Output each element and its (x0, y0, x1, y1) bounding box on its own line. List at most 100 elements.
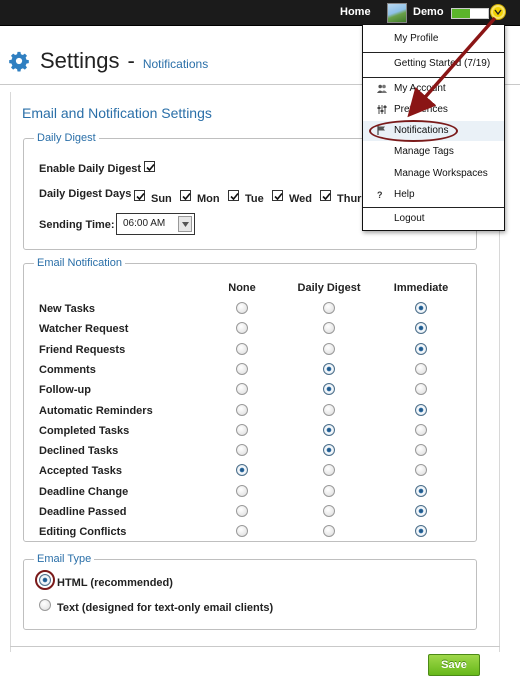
email-type-legend: Email Type (37, 553, 92, 565)
user-name-link[interactable]: Demo (413, 6, 444, 18)
notification-radio-immediate[interactable] (415, 444, 427, 457)
notification-radio-immediate[interactable] (415, 362, 427, 375)
email-type-html-label: HTML (recommended) (57, 577, 173, 589)
menu-item-preferences[interactable]: Preferences (363, 100, 504, 120)
notification-radio-none[interactable] (236, 505, 248, 517)
day-label: Thur (337, 193, 362, 205)
notification-radio-daily-digest[interactable] (323, 444, 335, 457)
checkmark-icon (274, 192, 283, 201)
enable-daily-digest-checkbox[interactable] (144, 161, 155, 172)
home-link[interactable]: Home (340, 6, 371, 18)
notification-radio-immediate[interactable] (415, 505, 427, 517)
menu-item-manage-workspaces[interactable]: Manage Workspaces (363, 164, 504, 184)
daily-digest-days-label: Daily Digest Days (39, 188, 132, 200)
chevron-down-icon (182, 222, 189, 227)
menu-item-label: Manage Tags (394, 146, 454, 157)
email-type-group: Email Type (23, 553, 477, 630)
sending-time-dropdown-button[interactable] (178, 216, 192, 232)
menu-item-label: Getting Started (7/19) (394, 58, 491, 69)
notification-radio-daily-digest[interactable] (323, 505, 335, 517)
progress-meter-fill (452, 9, 470, 18)
checkmark-icon (136, 192, 145, 201)
page-title: Settings (40, 48, 120, 73)
notification-radio-none[interactable] (236, 403, 248, 416)
notification-row-label: Follow-up (39, 384, 91, 397)
daily-digest-legend: Daily Digest (37, 132, 96, 144)
email-notification-legend: Email Notification (37, 257, 122, 269)
html-highlight-ring (35, 570, 55, 590)
notification-radio-none[interactable] (236, 342, 248, 355)
checkmark-icon (182, 192, 191, 201)
notification-row-label: Declined Tasks (39, 445, 119, 458)
footer-divider (10, 646, 500, 647)
checkmark-icon (322, 192, 331, 201)
column-header: None (228, 282, 256, 294)
notification-row-label: Editing Conflicts (39, 526, 127, 539)
day-checkbox-mon[interactable] (180, 190, 191, 201)
notification-row-label: Deadline Passed (39, 506, 127, 518)
page-subtitle: Notifications (142, 57, 209, 71)
checkmark-icon (230, 192, 239, 201)
notification-radio-immediate[interactable] (415, 302, 427, 314)
notifications-highlight-ring (369, 120, 458, 142)
notification-radio-none[interactable] (236, 484, 248, 497)
day-checkbox-tue[interactable] (228, 190, 239, 201)
day-label: Wed (289, 193, 313, 205)
notification-radio-immediate[interactable] (415, 403, 427, 416)
day-checkbox-thur[interactable] (320, 190, 331, 201)
notification-row-label: Automatic Reminders (39, 404, 153, 417)
notification-row-label: New Tasks (39, 303, 96, 315)
sending-time-value: 06:00 AM (123, 218, 166, 229)
sending-time-select[interactable]: 06:00 AM (116, 213, 195, 235)
notification-radio-none[interactable] (236, 444, 248, 457)
email-type-text-radio[interactable] (39, 599, 51, 611)
column-header: Daily Digest (297, 282, 361, 294)
menu-item-my-account[interactable]: My Account (363, 79, 504, 99)
menu-item-getting-started[interactable]: Getting Started (7/19) (363, 54, 504, 74)
email-type-text-label: Text (designed for text-only email clien… (57, 602, 274, 614)
page-header: Settings - Notifications (8, 46, 208, 76)
notification-radio-none[interactable] (236, 302, 248, 314)
avatar[interactable] (387, 3, 407, 23)
user-menu-toggle[interactable] (491, 5, 505, 19)
user-dropdown-menu: My Profile Getting Started (7/19) My Acc… (362, 24, 505, 231)
notification-radio-daily-digest[interactable] (323, 342, 335, 355)
notification-radio-daily-digest[interactable] (323, 403, 335, 416)
sending-time-label: Sending Time: (39, 219, 115, 231)
menu-item-label: Preferences (394, 104, 448, 115)
menu-item-help[interactable]: ? Help (363, 185, 504, 205)
menu-item-manage-tags[interactable]: Manage Tags (363, 142, 504, 162)
menu-item-logout[interactable]: Logout (363, 209, 504, 229)
notification-radio-none[interactable] (236, 423, 248, 436)
email-notification-group: Email Notification (23, 257, 477, 542)
day-checkbox-wed[interactable] (272, 190, 283, 201)
menu-item-label: My Account (394, 83, 446, 94)
users-icon (377, 84, 387, 93)
notification-row-label: Watcher Request (39, 323, 129, 336)
progress-meter (451, 8, 489, 19)
checkmark-icon (146, 163, 155, 172)
notification-radio-daily-digest[interactable] (323, 302, 335, 314)
menu-divider (363, 77, 504, 78)
notification-radio-immediate[interactable] (415, 342, 427, 355)
notification-radio-none[interactable] (236, 362, 248, 375)
day-label: Mon (197, 193, 220, 205)
notification-radio-immediate[interactable] (415, 484, 427, 497)
question-icon: ? (377, 190, 383, 200)
menu-item-my-profile[interactable]: My Profile (363, 29, 504, 49)
menu-item-label: My Profile (394, 33, 439, 44)
notification-radio-daily-digest[interactable] (323, 484, 335, 497)
menu-item-label: Logout (394, 213, 425, 224)
notification-radio-daily-digest[interactable] (323, 423, 335, 436)
notification-radio-immediate[interactable] (415, 423, 427, 436)
menu-divider (363, 207, 504, 208)
notification-row-label: Deadline Change (39, 485, 129, 498)
gear-icon (9, 51, 29, 72)
notification-row-label: Friend Requests (39, 343, 126, 356)
notification-radio-daily-digest[interactable] (323, 362, 335, 375)
chevron-down-icon (494, 9, 502, 16)
enable-daily-digest-label: Enable Daily Digest (39, 163, 142, 175)
notification-row-label: Comments (39, 363, 96, 376)
save-button[interactable]: Save (428, 654, 480, 676)
day-checkbox-sun[interactable] (134, 190, 145, 201)
